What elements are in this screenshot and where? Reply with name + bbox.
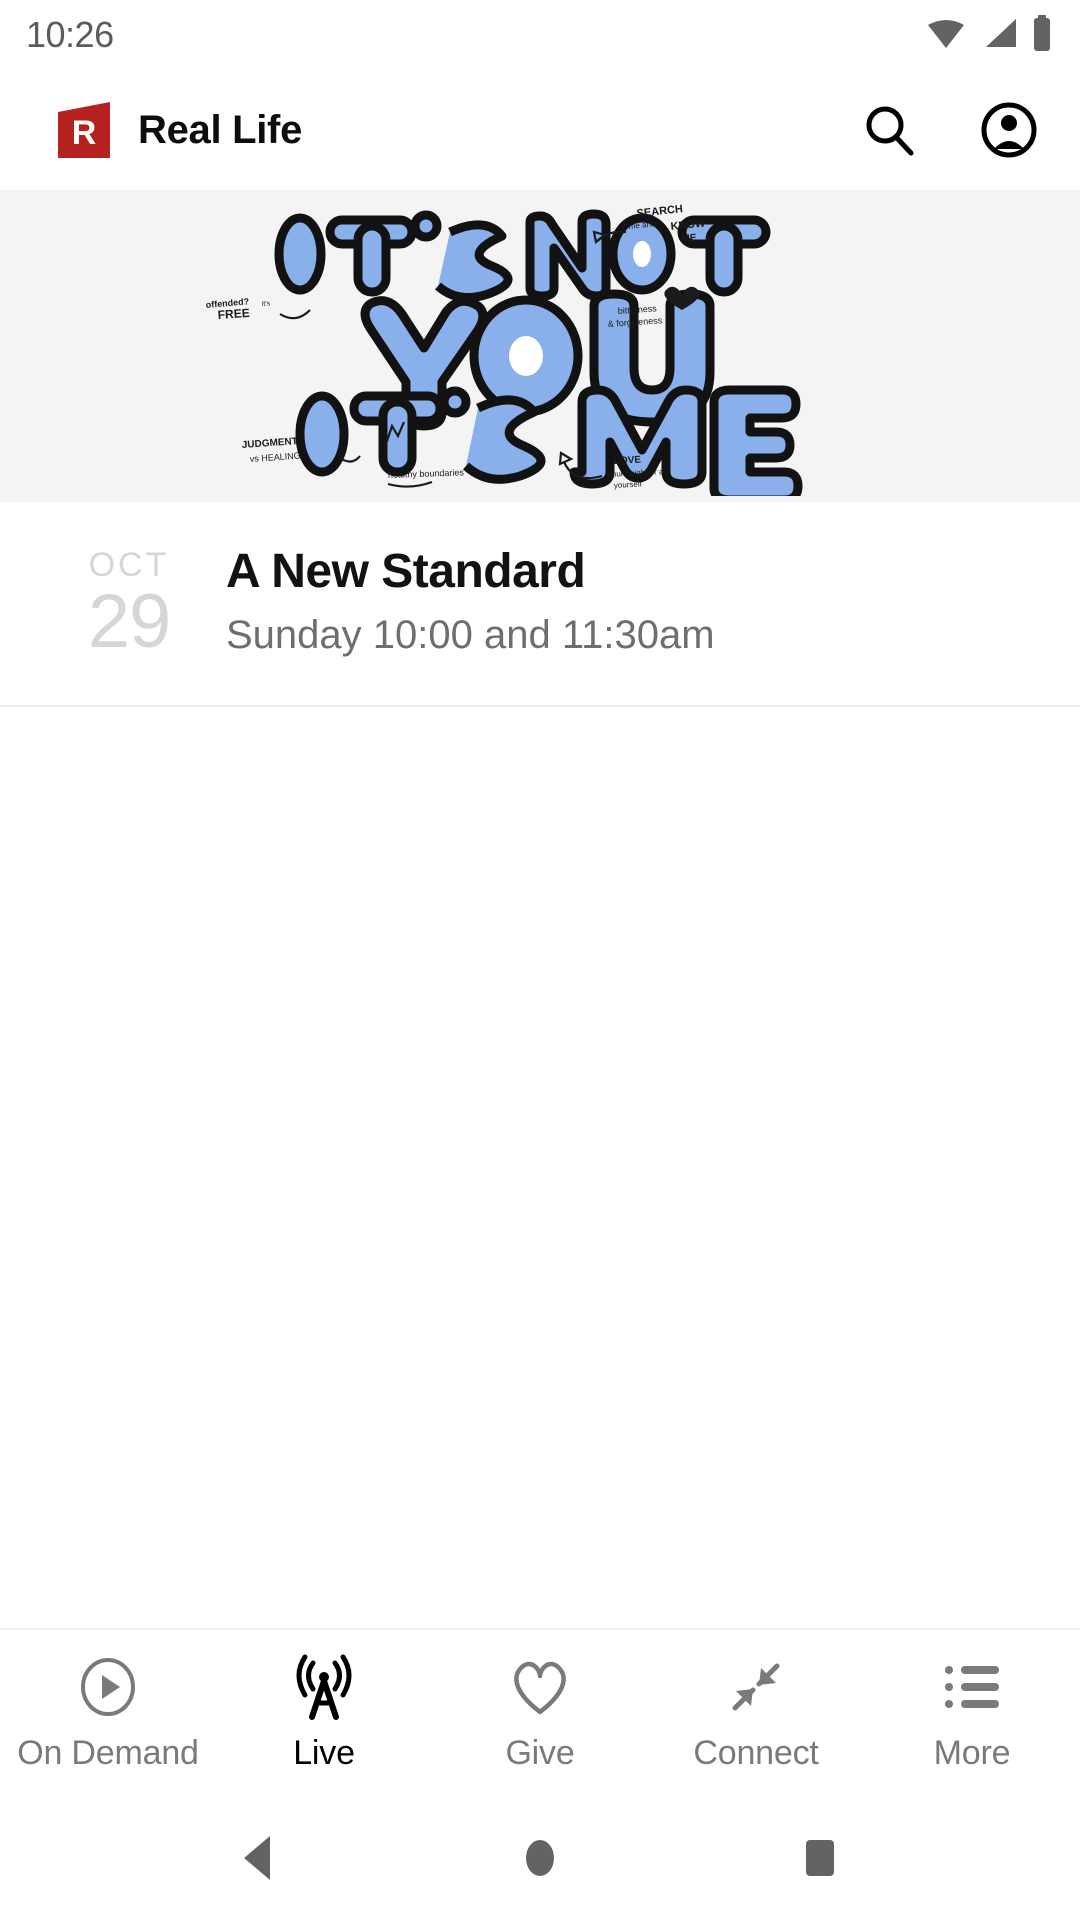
svg-text:vs HEALING: vs HEALING [249,450,301,464]
svg-text:R: R [72,114,97,152]
event-date-day: 29 [87,579,172,664]
artwork-annotation-offended: offended? it's FREE [205,296,311,322]
svg-text:FREE: FREE [217,306,250,322]
brand-block: R Real Life [56,102,858,158]
tab-live[interactable]: Live [216,1652,432,1773]
recents-button[interactable] [775,1813,865,1903]
android-system-nav [0,1796,1080,1920]
cellular-signal-icon [980,17,1018,54]
svg-text:LOVE: LOVE [614,455,642,467]
svg-text:healthy boundaries: healthy boundaries [388,467,465,480]
search-icon[interactable] [858,99,920,161]
event-list-item[interactable]: OCT 29 A New Standard Sunday 10:00 and 1… [0,502,1080,708]
wifi-icon [926,17,966,54]
event-date: OCT 29 [56,544,202,664]
tab-label-connect: Connect [693,1734,819,1772]
arrows-inward-icon [725,1652,787,1722]
svg-text:it's: it's [262,300,271,308]
real-life-r-logo: R [56,102,112,158]
account-circle-icon[interactable] [978,99,1040,161]
broadcast-tower-icon [293,1652,355,1722]
content-empty-area [0,707,1080,1628]
app-root: 10:26 R Real Life SEARCH me and KNOW ME … [0,0,1080,1920]
status-bar: 10:26 [0,0,1080,70]
svg-text:your neighbor as: your neighbor as [608,467,668,479]
list-icon [941,1652,1003,1722]
status-icon-group [926,14,1052,56]
app-title: Real Life [138,107,303,152]
tab-more[interactable]: More [864,1652,1080,1773]
hero-banner[interactable]: .bl { fill:#8ab0ec; stroke:#121212; stro… [0,190,1080,502]
event-date-month: OCT [88,546,170,584]
home-button[interactable] [495,1813,585,1903]
back-button[interactable] [215,1813,305,1903]
tab-label-more: More [933,1734,1011,1772]
event-subtitle: Sunday 10:00 and 11:30am [226,613,715,658]
svg-text:yourself: yourself [614,480,643,490]
heart-icon [508,1652,572,1722]
tab-label-give: Give [505,1734,575,1772]
svg-text:SEARCH: SEARCH [636,203,684,220]
event-info: A New Standard Sunday 10:00 and 11:30am [202,544,1040,659]
tab-label-live: Live [293,1734,355,1772]
play-circle-icon [77,1652,139,1722]
app-header: R Real Life [0,70,1080,190]
tab-give[interactable]: Give [432,1652,648,1773]
app-header-actions [858,99,1040,161]
svg-text:JUDGMENT: JUDGMENT [241,436,298,451]
tab-on-demand[interactable]: On Demand [0,1652,216,1773]
tab-label-on-demand: On Demand [17,1734,199,1772]
hero-artwork: .bl { fill:#8ab0ec; stroke:#121212; stro… [0,190,1080,502]
status-time: 10:26 [26,14,114,55]
battery-icon [1032,14,1052,56]
bottom-tab-bar: On Demand Live Give Connect More [0,1628,1080,1796]
svg-text:ME: ME [681,232,697,245]
tab-connect[interactable]: Connect [648,1652,864,1773]
svg-text:bitterness: bitterness [617,303,657,316]
event-title: A New Standard [226,545,586,598]
